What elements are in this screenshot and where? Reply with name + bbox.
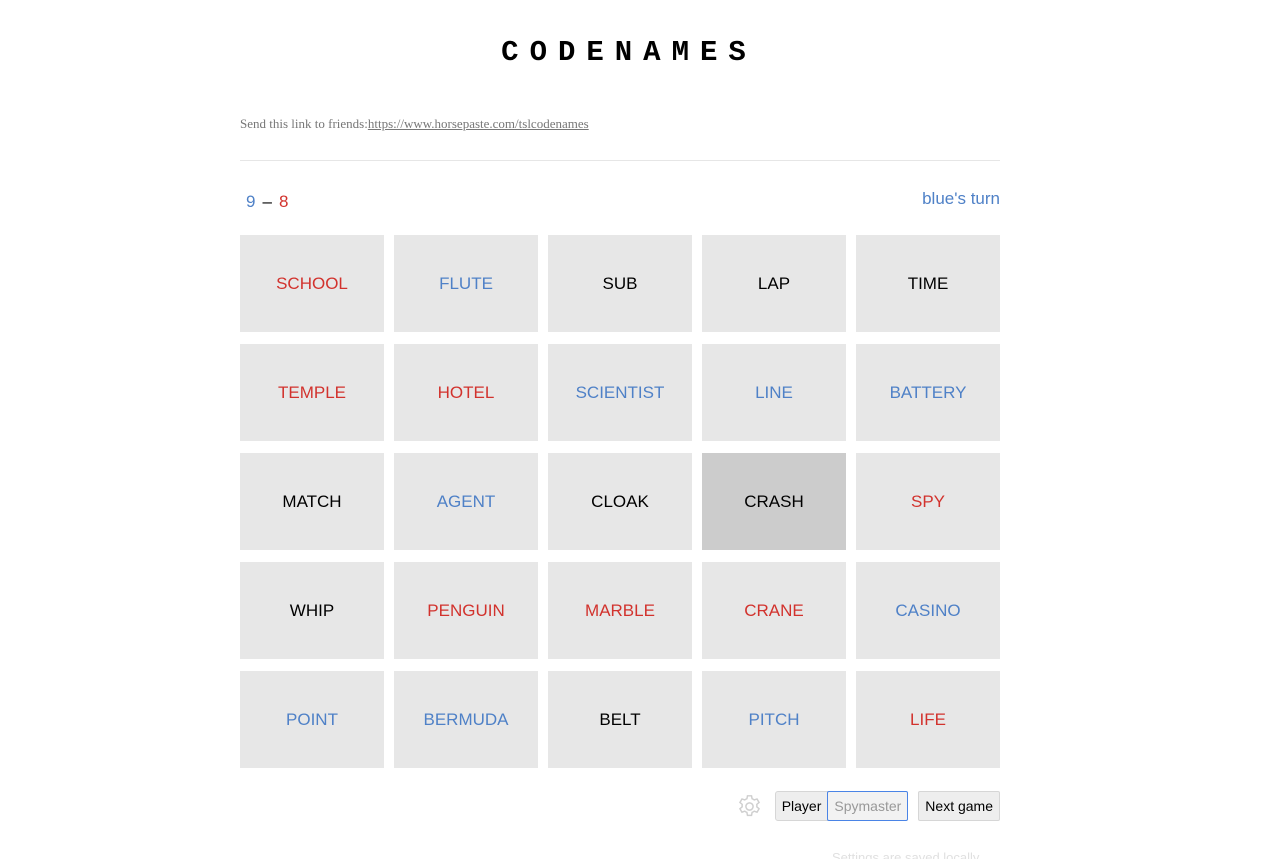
- player-button[interactable]: Player: [774, 791, 829, 821]
- share-label: Send this link to friends:: [240, 116, 368, 131]
- card-sub[interactable]: SUB: [548, 235, 692, 332]
- card-time[interactable]: TIME: [856, 235, 1000, 332]
- card-life[interactable]: LIFE: [856, 671, 1000, 768]
- card-point[interactable]: POINT: [240, 671, 384, 768]
- next-game-button[interactable]: Next game: [918, 791, 1000, 821]
- card-match[interactable]: MATCH: [240, 453, 384, 550]
- red-score: 8: [278, 192, 289, 211]
- card-cloak[interactable]: CLOAK: [548, 453, 692, 550]
- gear-icon[interactable]: [736, 793, 763, 820]
- card-bermuda[interactable]: BERMUDA: [394, 671, 538, 768]
- controls: Player Spymaster Next game: [736, 791, 1000, 821]
- card-penguin[interactable]: PENGUIN: [394, 562, 538, 659]
- card-belt[interactable]: BELT: [548, 671, 692, 768]
- card-casino[interactable]: CASINO: [856, 562, 1000, 659]
- blue-score: 9: [246, 192, 256, 211]
- spymaster-button[interactable]: Spymaster: [827, 791, 909, 821]
- card-line[interactable]: LINE: [702, 344, 846, 441]
- role-toggle: Player Spymaster: [774, 791, 909, 821]
- card-spy[interactable]: SPY: [856, 453, 1000, 550]
- card-crane[interactable]: CRANE: [702, 562, 846, 659]
- card-temple[interactable]: TEMPLE: [240, 344, 384, 441]
- card-flute[interactable]: FLUTE: [394, 235, 538, 332]
- card-scientist[interactable]: SCIENTIST: [548, 344, 692, 441]
- page-title: CODENAMES: [501, 36, 757, 69]
- card-pitch[interactable]: PITCH: [702, 671, 846, 768]
- footer-note: Settings are saved locally: [832, 850, 980, 859]
- share-link[interactable]: https://www.horsepaste.com/tslcodenames: [368, 116, 589, 131]
- score-separator: –: [262, 192, 272, 211]
- turn-indicator: blue's turn: [922, 189, 1000, 208]
- share-link-row: Send this link to friends:https://www.ho…: [240, 116, 589, 132]
- codenames-page: CODENAMES Send this link to friends:http…: [0, 0, 1280, 859]
- card-whip[interactable]: WHIP: [240, 562, 384, 659]
- divider: [240, 160, 1000, 161]
- score: 9–8: [246, 192, 288, 212]
- card-school[interactable]: SCHOOL: [240, 235, 384, 332]
- card-hotel[interactable]: HOTEL: [394, 344, 538, 441]
- gear-icon-svg: [738, 794, 760, 816]
- card-crash[interactable]: CRASH: [702, 453, 846, 550]
- card-lap[interactable]: LAP: [702, 235, 846, 332]
- game-board: SCHOOL FLUTE SUB LAP TIME TEMPLE HOTEL SCIENTIS…: [240, 235, 1001, 768]
- card-agent[interactable]: AGENT: [394, 453, 538, 550]
- card-battery[interactable]: BATTERY: [856, 344, 1000, 441]
- card-marble[interactable]: MARBLE: [548, 562, 692, 659]
